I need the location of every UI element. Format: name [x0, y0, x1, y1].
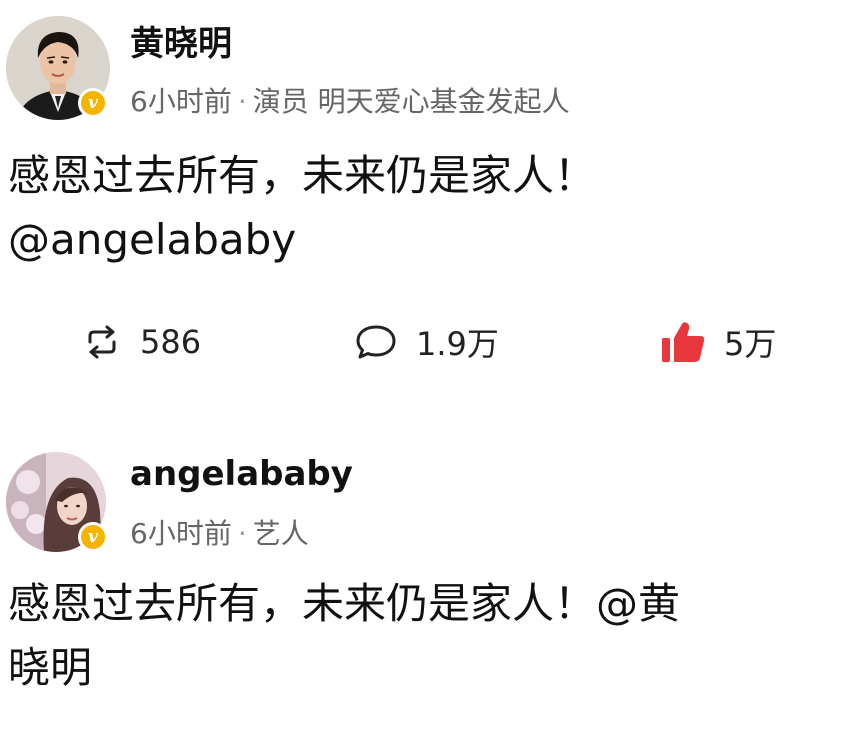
repost-count: 586	[140, 323, 202, 361]
post-text-line: 感恩过去所有，未来仍是家人！	[8, 151, 597, 200]
post-meta: 6小时前 · 艺人	[130, 512, 309, 552]
verified-v-icon: v	[78, 522, 108, 552]
post-time: 6小时前	[130, 85, 232, 118]
comment-count: 1.9万	[416, 325, 499, 363]
post-text-line: 感恩过去所有，未来仍是家人！@黄	[8, 579, 681, 628]
post-mention-line[interactable]: @angelababy	[8, 208, 848, 272]
user-description: 演员 明天爱心基金发起人	[252, 85, 570, 118]
meta-separator: ·	[237, 85, 247, 118]
verified-v-icon: v	[78, 88, 108, 118]
thumbs-up-icon	[662, 322, 705, 362]
user-description: 艺人	[252, 517, 309, 550]
repost-button[interactable]: 586	[82, 312, 201, 372]
post-meta: 6小时前 · 演员 明天爱心基金发起人	[130, 80, 570, 120]
username[interactable]: angelababy	[130, 454, 353, 494]
post-time: 6小时前	[130, 517, 232, 550]
weibo-post: v angelababy 6小时前 · 艺人 感恩过去所有，未来仍是家人！@黄 晓明	[0, 410, 868, 736]
repost-icon	[88, 325, 116, 359]
post-content: 感恩过去所有，未来仍是家人！@黄 晓明	[8, 572, 848, 700]
action-bar: 586 1.9万 5万	[0, 312, 868, 372]
post-text-line: 晓明	[8, 643, 93, 692]
meta-separator: ·	[237, 517, 247, 550]
comment-icon	[356, 325, 396, 359]
post-content: 感恩过去所有，未来仍是家人！ @angelababy	[8, 144, 848, 272]
like-button[interactable]: 5万	[660, 312, 776, 372]
like-count: 5万	[724, 325, 777, 363]
weibo-post: v 黄晓明 6小时前 · 演员 明天爱心基金发起人 感恩过去所有，未来仍是家人！ @…	[0, 0, 868, 410]
comment-button[interactable]: 1.9万	[354, 312, 499, 372]
username[interactable]: 黄晓明	[130, 16, 232, 65]
